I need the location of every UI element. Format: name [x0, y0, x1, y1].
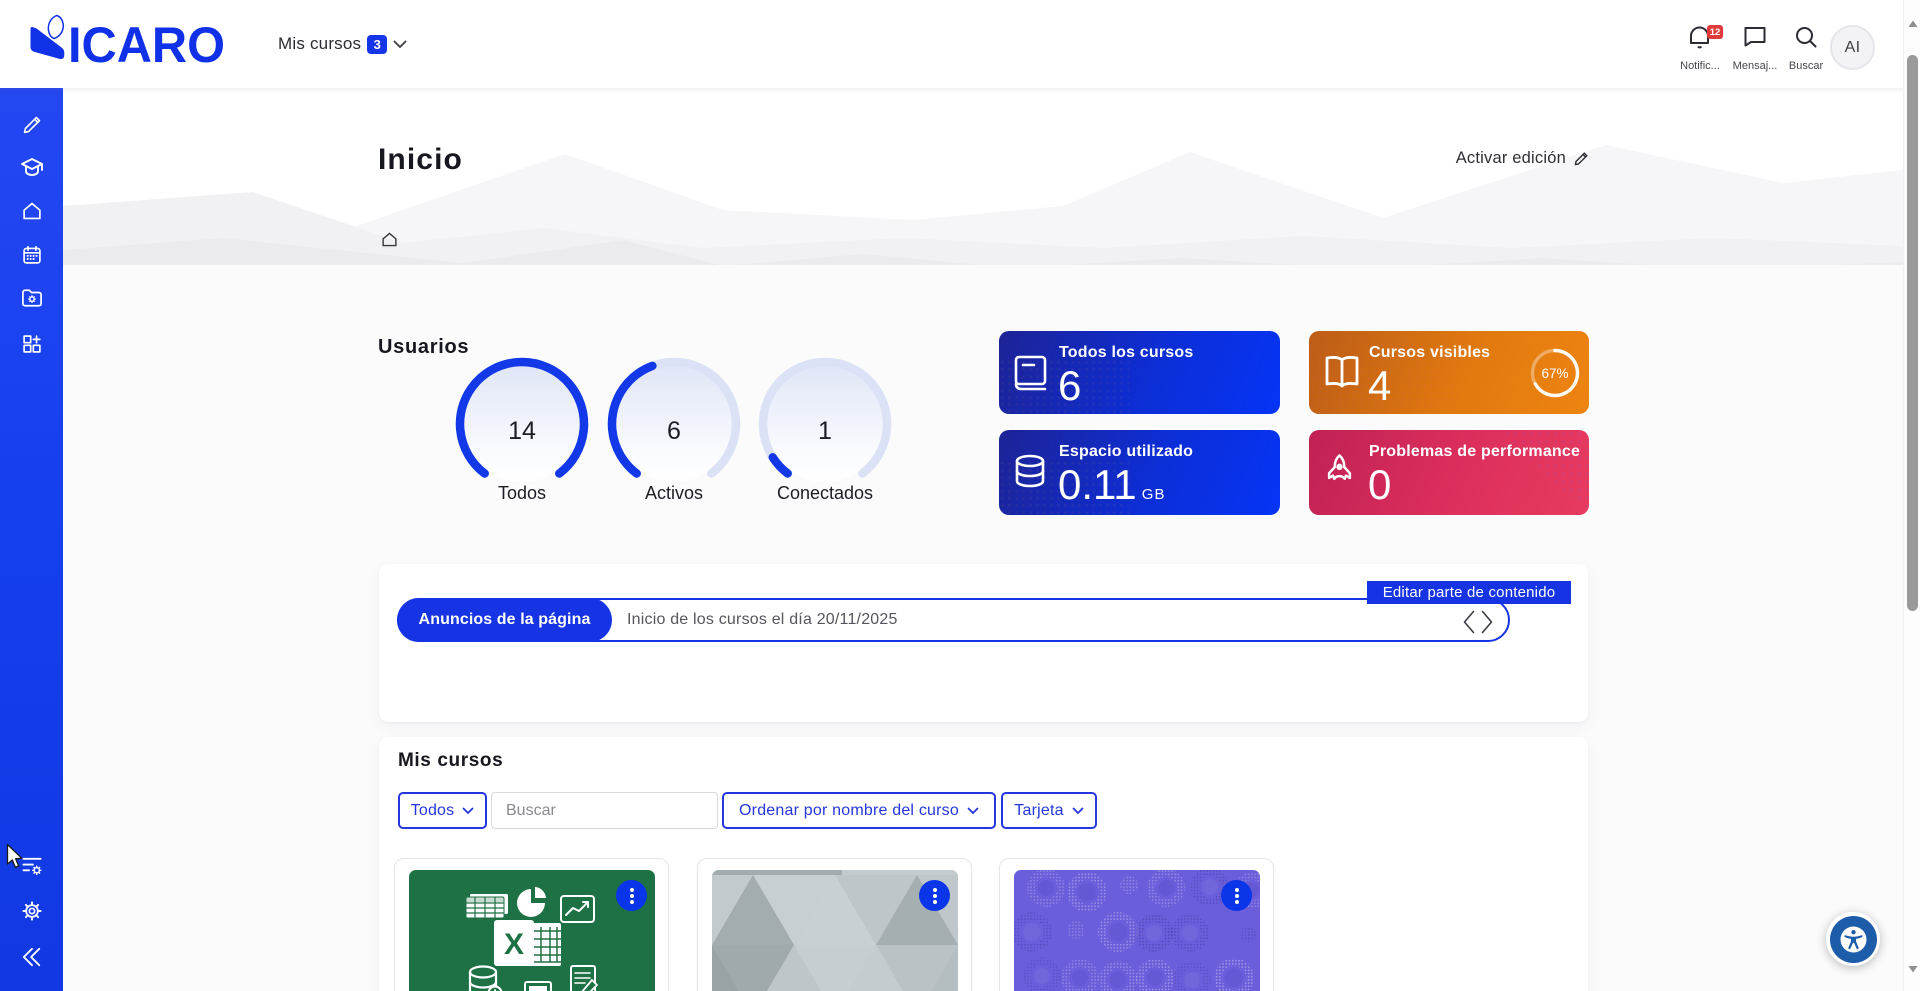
svg-text:67%: 67% — [1541, 366, 1568, 381]
svg-text:X: X — [504, 928, 524, 961]
svg-text:ICARO: ICARO — [68, 17, 225, 73]
